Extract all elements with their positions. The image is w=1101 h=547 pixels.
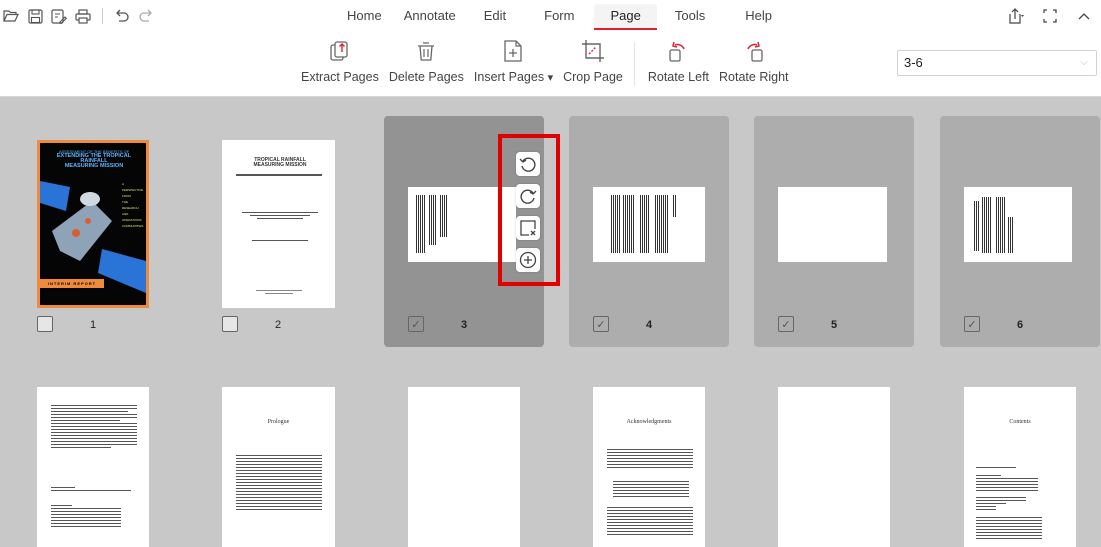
thumb-rotate-left-button[interactable] [516, 152, 540, 176]
tab-annotate[interactable]: Annotate [394, 4, 466, 28]
share-icon[interactable] [1005, 5, 1027, 27]
page-range-select[interactable]: 3-6 ⌵ [897, 50, 1097, 76]
rotate-left-icon [519, 157, 536, 172]
rotate-left-icon [666, 38, 690, 64]
page-ribbon: Extract Pages Delete Pages Insert Pages … [296, 38, 794, 88]
tab-help[interactable]: Help [735, 4, 782, 28]
tab-page[interactable]: Page [594, 4, 658, 30]
crop-page-button[interactable]: Crop Page [558, 38, 628, 88]
rotate-right-button[interactable]: Rotate Right [714, 38, 793, 88]
page-heading: Acknowledgments [626, 419, 672, 425]
page-thumbnail-12[interactable]: Contents [964, 387, 1076, 547]
save-as-icon[interactable] [48, 5, 70, 27]
page-thumbnail-8[interactable]: Prologue [222, 387, 335, 547]
page-card-6[interactable]: ✓ 6 [940, 116, 1100, 347]
title-page-heading: TROPICAL RAINFALL MEASURING MISSION [253, 157, 307, 168]
thumb-rotate-right-button[interactable] [516, 184, 540, 208]
page-thumbnail-1[interactable]: ASSESSMENT OF THE BENEFITS OF EXTENDING … [37, 140, 149, 308]
page-number-3: 3 [461, 319, 468, 331]
page-checkbox-5[interactable]: ✓ [778, 316, 794, 332]
page-range-value: 3-6 [904, 55, 923, 70]
page-number-4: 4 [646, 319, 653, 331]
main-menu: Home Annotate Edit Form Page Tools Help [337, 4, 782, 30]
print-icon[interactable] [72, 5, 94, 27]
tab-form[interactable]: Form [534, 4, 584, 28]
crop-page-icon [581, 38, 605, 64]
check-icon: ✓ [596, 318, 606, 331]
page-thumbnail-10[interactable]: Acknowledgments [593, 387, 705, 547]
thumb-insert-page-button[interactable] [516, 248, 540, 272]
page-number-2: 2 [275, 319, 282, 331]
chevron-down-icon: ⌵ [1080, 57, 1088, 68]
page-number-5: 5 [831, 319, 838, 331]
rotate-right-icon [742, 38, 766, 64]
insert-page-icon [519, 251, 537, 269]
toolbar: Home Annotate Edit Form Page Tools Help … [0, 0, 1101, 97]
ribbon-divider [633, 42, 635, 86]
page-thumbnail-2[interactable]: TROPICAL RAINFALL MEASURING MISSION [222, 140, 335, 308]
page-card-5[interactable]: ✓ 5 [754, 116, 914, 347]
title-page-text [242, 212, 318, 221]
tab-edit[interactable]: Edit [474, 4, 516, 28]
collapse-ribbon-icon[interactable] [1073, 5, 1095, 27]
thumb-delete-page-button[interactable] [516, 216, 540, 240]
quick-access-bar [0, 5, 159, 27]
tab-tools[interactable]: Tools [665, 4, 715, 28]
page-thumbnail-5 [778, 187, 887, 262]
page-thumbnail-11[interactable] [778, 387, 890, 547]
cover-image: ASSESSMENT OF THE BENEFITS OF EXTENDING … [40, 143, 146, 305]
save-icon[interactable] [24, 5, 46, 27]
delete-pages-button[interactable]: Delete Pages [384, 38, 469, 88]
extract-pages-button[interactable]: Extract Pages [296, 38, 384, 88]
page-number-6: 6 [1017, 319, 1024, 331]
rotate-right-icon [520, 189, 537, 204]
page-thumbnail-4 [593, 187, 705, 262]
fullscreen-icon[interactable] [1039, 5, 1061, 27]
page-checkbox-6[interactable]: ✓ [964, 316, 980, 332]
delete-pages-icon [414, 38, 438, 64]
check-icon: ✓ [967, 318, 977, 331]
page-checkbox-2[interactable] [222, 316, 238, 332]
check-icon: ✓ [781, 318, 791, 331]
open-folder-icon[interactable] [0, 5, 22, 27]
page-heading: Contents [1009, 419, 1031, 425]
tab-home[interactable]: Home [337, 4, 392, 28]
page-thumbnail-7[interactable] [37, 387, 149, 547]
window-controls [993, 5, 1101, 27]
insert-pages-icon [501, 38, 525, 64]
delete-page-icon [520, 220, 536, 236]
page-heading: Prologue [267, 419, 290, 425]
page-checkbox-3[interactable]: ✓ [408, 316, 424, 332]
page-thumbnail-9[interactable] [408, 387, 520, 547]
toolbar-divider [102, 8, 103, 24]
extract-pages-icon [328, 38, 352, 64]
insert-pages-dropdown-icon[interactable]: ▾ [548, 72, 554, 84]
insert-pages-button[interactable]: Insert Pages ▾ [469, 38, 558, 88]
page-number-1: 1 [90, 319, 97, 331]
page-card-4[interactable]: ✓ 4 [569, 116, 729, 347]
page-checkbox-4[interactable]: ✓ [593, 316, 609, 332]
undo-icon[interactable] [111, 5, 133, 27]
rotate-left-button[interactable]: Rotate Left [643, 38, 714, 88]
redo-icon[interactable] [135, 5, 157, 27]
cover-badge: INTERIM REPORT [40, 279, 104, 288]
page-checkbox-1[interactable] [37, 316, 53, 332]
page-hover-tools [498, 134, 560, 286]
check-icon: ✓ [411, 318, 421, 331]
page-thumbnail-6 [964, 187, 1072, 262]
